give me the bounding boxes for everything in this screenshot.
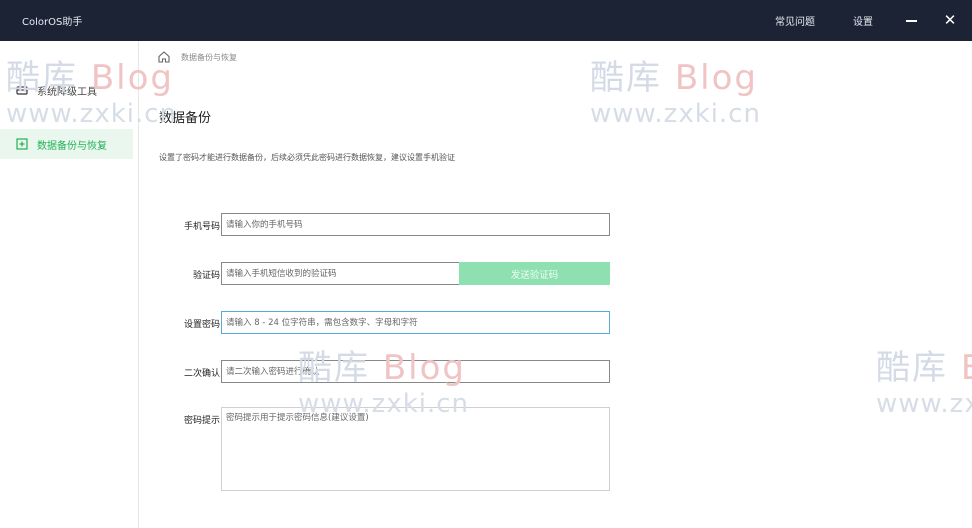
password-hint-input[interactable]: [221, 407, 610, 491]
code-input[interactable]: [221, 262, 460, 285]
close-button[interactable]: ✕: [938, 8, 962, 32]
password-label: 设置密码: [183, 320, 220, 330]
backup-hint: 设置了密码才能进行数据备份，后续必须凭此密码进行数据恢复，建议设置手机验证: [159, 153, 455, 162]
code-label: 验证码: [192, 271, 220, 281]
breadcrumb-label: 数据备份与恢复: [181, 52, 237, 62]
confirm-password-input[interactable]: [221, 360, 610, 383]
backup-icon: [16, 138, 28, 150]
app-title: ColorOS助手: [22, 17, 83, 28]
sidebar-item-backup[interactable]: 数据备份与恢复: [0, 129, 133, 159]
phone-label: 手机号码: [183, 222, 220, 232]
main-content: 数据备份与恢复 数据备份 设置了密码才能进行数据备份，后续必须凭此密码进行数据恢…: [139, 41, 972, 528]
title-bar: ColorOS助手 常见问题 设置 ✕: [0, 0, 972, 41]
sidebar-item-label: 数据备份与恢复: [37, 140, 107, 152]
sidebar-item-downgrade[interactable]: 系统降级工具: [0, 75, 133, 105]
password-hint-label: 密码提示: [183, 416, 220, 426]
page-title: 数据备份: [159, 111, 212, 126]
home-icon[interactable]: [157, 50, 171, 64]
faq-link[interactable]: 常见问题: [775, 13, 815, 28]
downgrade-icon: [16, 86, 28, 95]
send-code-button[interactable]: 发送验证码: [459, 262, 610, 285]
password-input[interactable]: [221, 311, 610, 334]
sidebar-item-label: 系统降级工具: [37, 86, 97, 98]
confirm-label: 二次确认: [183, 369, 220, 379]
minimize-button[interactable]: [900, 8, 924, 32]
breadcrumb: 数据备份与恢复: [157, 50, 237, 64]
phone-input[interactable]: [221, 213, 610, 236]
sidebar: 系统降级工具 数据备份与恢复: [0, 41, 139, 528]
settings-link[interactable]: 设置: [853, 13, 873, 28]
